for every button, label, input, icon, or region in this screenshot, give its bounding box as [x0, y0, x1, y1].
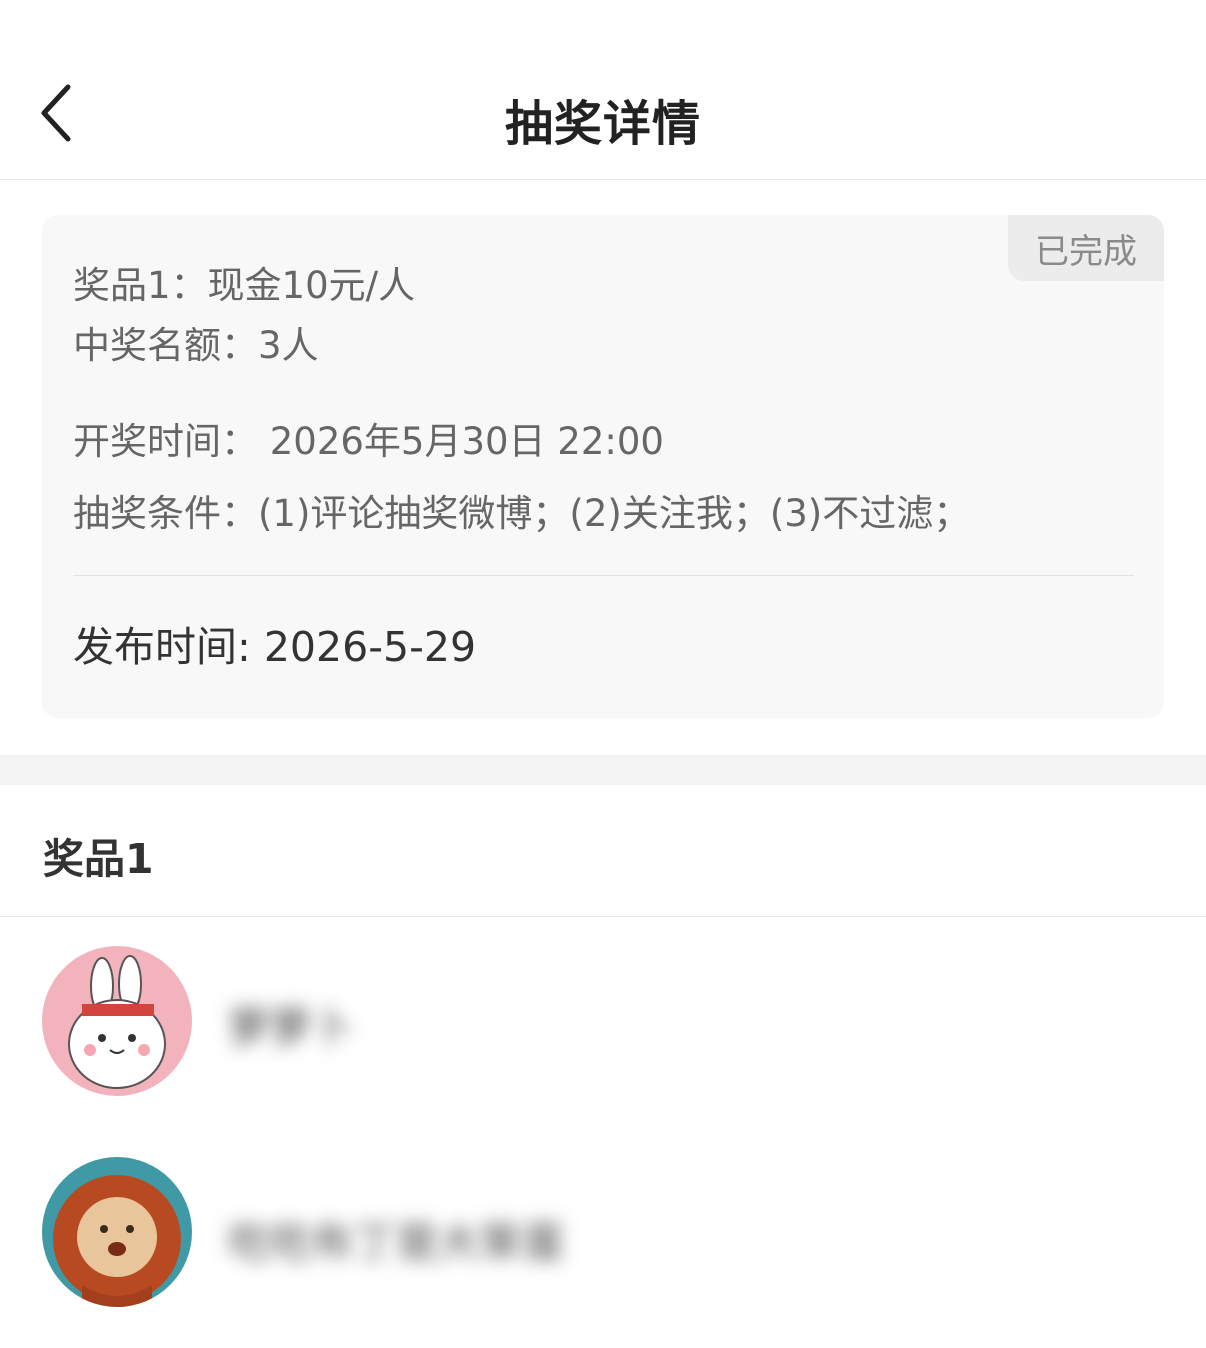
section-gap [0, 755, 1206, 785]
publish-time-text: 发布时间: 2026-5-29 [73, 623, 477, 671]
lottery-info-card: 已完成 奖品1：现金10元/人 中奖名额：3人 开奖时间： 2026年5月30日… [42, 215, 1164, 718]
status-badge: 已完成 [1008, 215, 1164, 281]
quota-text: 中奖名额：3人 [73, 324, 319, 367]
winner-row[interactable]: 萝萝卜 [0, 946, 1206, 1096]
bunny-avatar[interactable] [42, 946, 192, 1096]
winner-row[interactable]: 吃吃布丁是大笨蛋 [0, 1157, 1206, 1307]
conditions-text: 抽奖条件：(1)评论抽奖微博；(2)关注我；(3)不过滤； [73, 492, 971, 535]
winner-name: 萝萝卜 [228, 1003, 355, 1052]
divider [73, 575, 1134, 576]
prize-section-header: 奖品1 [0, 785, 1206, 917]
winner-name: 吃吃布丁是大笨蛋 [228, 1218, 565, 1267]
lion-avatar[interactable] [42, 1157, 192, 1307]
navigation-bar: 抽奖详情 [0, 0, 1206, 180]
prize-section-title: 奖品1 [43, 835, 154, 883]
prize-text: 奖品1：现金10元/人 [73, 264, 416, 307]
draw-time-text: 开奖时间： 2026年5月30日 22:00 [73, 420, 664, 463]
page-title: 抽奖详情 [504, 96, 701, 152]
